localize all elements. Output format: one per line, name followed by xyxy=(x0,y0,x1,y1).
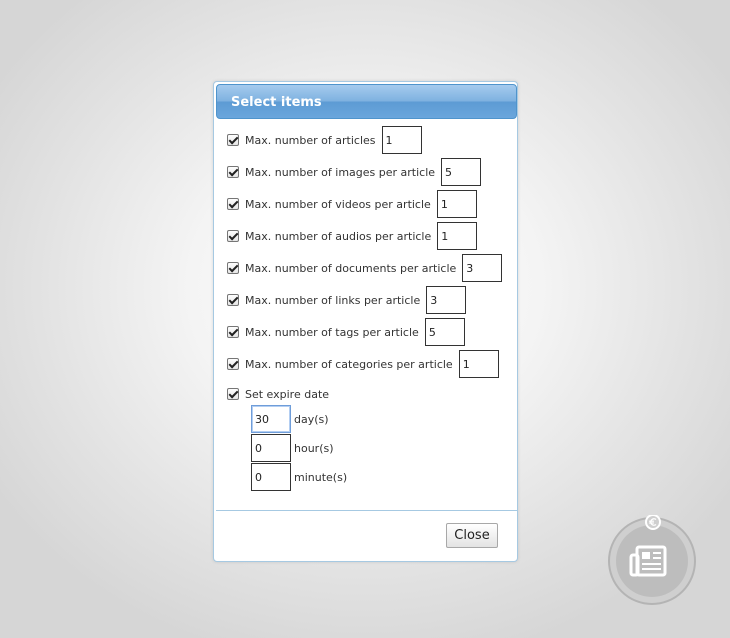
expire-minutes-row: minute(s) xyxy=(251,463,347,491)
input-images[interactable] xyxy=(441,158,482,186)
option-audios: Max. number of audios per article xyxy=(227,222,478,250)
option-articles: Max. number of articles xyxy=(227,126,422,154)
euro-coin-icon xyxy=(645,514,661,530)
checkbox-links[interactable] xyxy=(227,294,239,306)
checkbox-audios[interactable] xyxy=(227,230,239,242)
expire-minutes-input[interactable] xyxy=(251,463,291,491)
input-articles[interactable] xyxy=(381,126,422,154)
expire-hours-row: hour(s) xyxy=(251,434,334,462)
newspaper-badge-graphic xyxy=(608,514,696,605)
label-audios: Max. number of audios per article xyxy=(245,229,432,243)
input-videos[interactable] xyxy=(436,190,477,218)
checkbox-articles[interactable] xyxy=(227,134,239,146)
option-expire-date: Set expire date xyxy=(227,380,329,408)
input-categories[interactable] xyxy=(458,350,499,378)
option-images: Max. number of images per article xyxy=(227,158,482,186)
dialog-titlebar[interactable]: Select items xyxy=(216,84,517,119)
newspaper-widget[interactable] xyxy=(607,514,697,605)
expire-hours-unit: hour(s) xyxy=(294,441,334,455)
label-tags: Max. number of tags per article xyxy=(245,325,419,339)
close-button[interactable]: Close xyxy=(446,523,498,548)
expire-days-row: day(s) xyxy=(251,405,329,433)
option-links: Max. number of links per article xyxy=(227,286,467,314)
input-tags[interactable] xyxy=(424,318,465,346)
input-documents[interactable] xyxy=(462,254,503,282)
label-links: Max. number of links per article xyxy=(245,293,421,307)
expire-days-unit: day(s) xyxy=(294,412,329,426)
label-categories: Max. number of categories per article xyxy=(245,357,453,371)
checkbox-expire-date[interactable] xyxy=(227,388,239,400)
label-articles: Max. number of articles xyxy=(245,133,376,147)
expire-days-input[interactable] xyxy=(251,405,291,433)
label-images: Max. number of images per article xyxy=(245,165,436,179)
option-documents: Max. number of documents per article xyxy=(227,254,503,282)
option-tags: Max. number of tags per article xyxy=(227,318,465,346)
dialog-title: Select items xyxy=(231,95,322,110)
expire-minutes-unit: minute(s) xyxy=(294,470,348,484)
checkbox-tags[interactable] xyxy=(227,326,239,338)
label-videos: Max. number of videos per article xyxy=(245,197,431,211)
input-audios[interactable] xyxy=(437,222,478,250)
label-documents: Max. number of documents per article xyxy=(245,261,457,275)
option-videos: Max. number of videos per article xyxy=(227,190,477,218)
checkbox-images[interactable] xyxy=(227,166,239,178)
expire-hours-input[interactable] xyxy=(251,434,291,462)
checkbox-videos[interactable] xyxy=(227,198,239,210)
checkbox-documents[interactable] xyxy=(227,262,239,274)
label-expire-date: Set expire date xyxy=(245,387,330,401)
select-items-dialog: Select items Max. number of articles Max… xyxy=(213,81,518,562)
dialog-footer-divider xyxy=(216,510,517,511)
checkbox-categories[interactable] xyxy=(227,358,239,370)
input-links[interactable] xyxy=(426,286,467,314)
option-categories: Max. number of categories per article xyxy=(227,350,499,378)
